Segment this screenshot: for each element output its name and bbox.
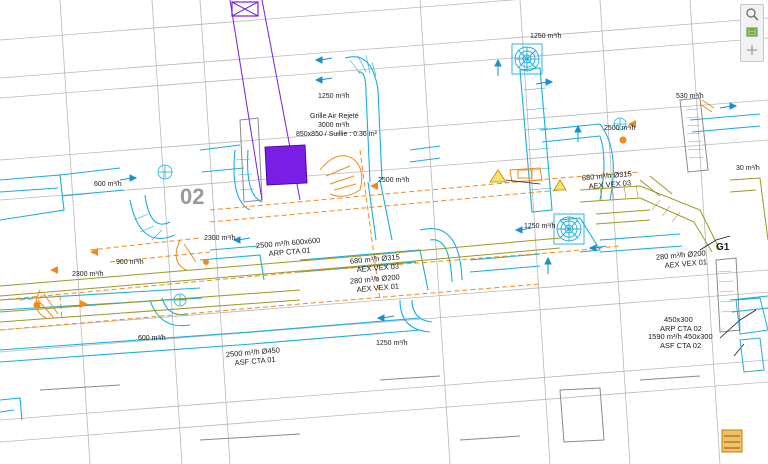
zoom-button[interactable]: [741, 5, 763, 23]
flow-2500-right: 2500 m³/h: [604, 125, 636, 132]
pan-button[interactable]: [741, 41, 763, 59]
flow-30: 30 m³/h: [736, 165, 760, 172]
building-grid: [0, 0, 768, 464]
flow-1250-left: 1250 m³/h: [318, 93, 350, 100]
leader-lines: [505, 179, 757, 357]
viewer-toolbar: [740, 4, 764, 62]
flow-2300-b: 2300 m³/h: [72, 271, 104, 278]
flow-1250-mid: 1250 m³/h: [524, 223, 556, 230]
g1-tag: G1: [716, 242, 730, 253]
grille-size: 850x850 / Suillie : 0.36 m²: [296, 131, 378, 138]
fan-unit[interactable]: [721, 429, 743, 453]
grille-flow: 3000 m³/h: [318, 122, 350, 129]
blue-ducts: [0, 56, 768, 421]
flow-1250-top: 1250 m³/h: [530, 33, 562, 40]
hatch-zones: [685, 108, 737, 313]
diffuser-top[interactable]: [511, 43, 543, 75]
asf02-spec: 1590 m³/h 450x300: [648, 332, 713, 341]
flow-600-b: 600 m³/h: [138, 335, 166, 342]
exhaust-grille[interactable]: [264, 144, 308, 186]
warning-icon-2: [553, 179, 567, 191]
flow-530: 530 m³/h: [676, 93, 704, 100]
flow-1250-low: 1250 m³/h: [376, 340, 408, 347]
warning-icon: [489, 169, 507, 183]
zone-number: 02: [180, 184, 204, 209]
flow-600-a: 600 m³/h: [94, 181, 122, 188]
flow-2500-mid: 2500 m³/h: [378, 177, 410, 184]
flow-2300-a: 2300 m³/h: [204, 235, 236, 242]
flow-900: 900 m³/h: [116, 259, 144, 266]
arp02-spec: 450x300: [664, 315, 693, 324]
layers-icon: [746, 27, 758, 37]
cad-drawing-canvas[interactable]: Grille Air Rejeté 3000 m³/h 850x850 / Su…: [0, 0, 768, 464]
asf02-name: ASF CTA 02: [660, 341, 701, 350]
grille-title: Grille Air Rejeté: [310, 113, 359, 120]
hand-icon: [747, 45, 757, 55]
layers-button[interactable]: [741, 23, 763, 41]
magnifier-icon: [746, 8, 759, 21]
